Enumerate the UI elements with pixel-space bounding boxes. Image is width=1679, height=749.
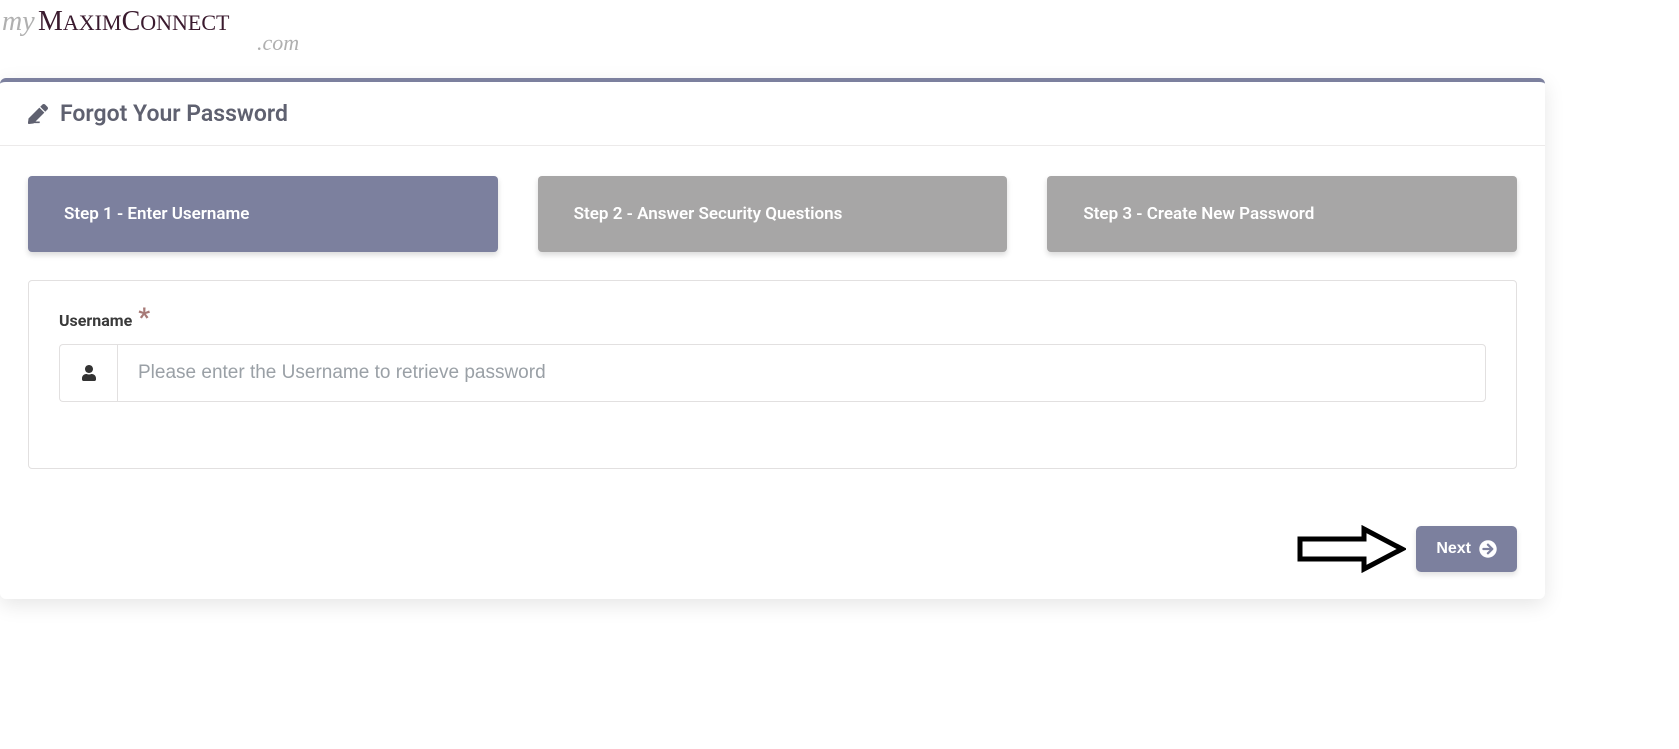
step-tab-2: Step 2 - Answer Security Questions [538,176,1008,252]
form-panel: Username * [28,280,1517,469]
edit-icon [28,104,48,124]
logo-prefix: my [2,6,35,37]
username-label: Username [59,311,132,330]
step-tab-2-label: Step 2 - Answer Security Questions [574,204,843,224]
steps-row: Step 1 - Enter Username Step 2 - Answer … [0,146,1545,252]
logo-svg: my MAXIMCONNECT .com [2,0,332,58]
required-asterisk: * [138,311,150,327]
next-button-label: Next [1436,540,1471,558]
action-row: Next [0,469,1545,573]
username-input-addon [59,344,117,402]
logo-suffix: .com [257,30,299,55]
username-input-group [59,344,1486,402]
user-icon [81,365,97,381]
step-tab-3: Step 3 - Create New Password [1047,176,1517,252]
next-button[interactable]: Next [1416,526,1517,572]
page-header: my MAXIMCONNECT .com [0,0,1679,68]
step-tab-1-label: Step 1 - Enter Username [64,204,249,224]
forgot-password-card: Forgot Your Password Step 1 - Enter User… [0,78,1545,599]
arrow-annotation [1296,525,1406,573]
arrow-circle-right-icon [1479,540,1497,558]
step-tab-3-label: Step 3 - Create New Password [1083,204,1314,224]
card-title: Forgot Your Password [60,100,288,127]
card-header: Forgot Your Password [0,82,1545,146]
brand-logo: my MAXIMCONNECT .com [0,0,1679,58]
logo-main: MAXIMCONNECT [38,6,230,37]
username-input[interactable] [117,344,1486,402]
step-tab-1[interactable]: Step 1 - Enter Username [28,176,498,252]
username-label-row: Username * [59,311,1486,330]
